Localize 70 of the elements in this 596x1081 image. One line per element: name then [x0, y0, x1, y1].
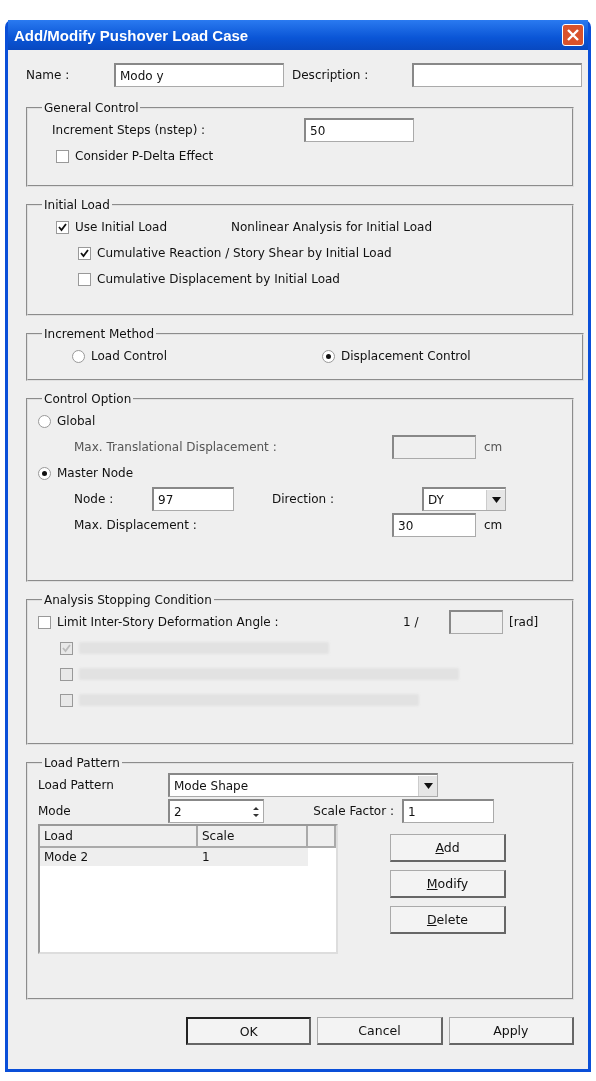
checkbox-label: Cumulative Reaction / Story Shear by Initial Load: [97, 246, 392, 260]
group-title: Increment Method: [43, 327, 155, 341]
dropdown-arrow-icon: [423, 782, 433, 789]
direction-label: Direction :: [271, 492, 336, 506]
name-field[interactable]: Modo y: [114, 63, 284, 87]
radio-label: Master Node: [57, 466, 134, 480]
node-field[interactable]: 97: [152, 487, 234, 511]
max-translational-label: Max. Translational Displacement :: [74, 440, 278, 454]
name-label: Name :: [26, 68, 71, 82]
radio-label: Displacement Control: [341, 349, 471, 363]
load-pattern-dropdown[interactable]: Mode Shape: [168, 773, 438, 797]
window-title: Add/Modify Pushover Load Case: [14, 26, 249, 44]
group-title: Analysis Stopping Condition: [43, 593, 213, 607]
scale-factor-label: Scale Factor :: [312, 804, 395, 818]
side-button[interactable]: Add: [390, 834, 506, 862]
checkbox[interactable]: [78, 246, 91, 260]
max-displacement-field[interactable]: 30: [392, 513, 476, 537]
column-header[interactable]: Load: [40, 826, 198, 846]
group-title: Initial Load: [43, 198, 111, 212]
dialog-button[interactable]: Cancel: [317, 1017, 443, 1045]
checkbox[interactable]: [56, 220, 69, 234]
initial-load-case-text: Nonlinear Analysis for Initial Load: [231, 220, 433, 234]
group-title: General Control: [43, 101, 140, 115]
checkmark-icon: [58, 222, 67, 232]
unit-label: [rad]: [509, 615, 539, 629]
checkbox-label: Use Initial Load: [75, 220, 169, 234]
node-label: Node :: [74, 492, 115, 506]
radio-button[interactable]: [322, 349, 335, 363]
radio-dot: [42, 470, 47, 476]
checkbox-label: Cumulative Displacement by Initial Load: [97, 272, 340, 286]
dropdown-arrow-icon: [491, 496, 501, 503]
table-cell: Mode 2: [40, 848, 198, 866]
checkbox-label: Consider P-Delta Effect: [75, 149, 214, 163]
close-button[interactable]: [562, 24, 584, 46]
max-displacement-label: Max. Displacement :: [74, 518, 198, 532]
ratio-prefix-label: 1 /: [403, 615, 420, 629]
side-button[interactable]: Modify: [390, 870, 506, 898]
side-button[interactable]: Delete: [390, 906, 506, 934]
radio-label: Global: [57, 414, 96, 428]
close-icon: [567, 29, 579, 41]
dialog-button[interactable]: OK: [186, 1017, 312, 1045]
scale-factor-field[interactable]: 1: [402, 799, 494, 823]
checkbox[interactable]: [38, 615, 51, 629]
radio-button[interactable]: [38, 414, 51, 428]
table-cell: 1: [198, 848, 308, 866]
description-label: Description :: [292, 68, 370, 82]
dialog-button[interactable]: Apply: [448, 1017, 574, 1045]
unit-label: cm: [484, 440, 503, 454]
increment-steps-field[interactable]: 50: [304, 118, 414, 142]
unit-label: cm: [484, 518, 503, 532]
angle-field[interactable]: [449, 610, 503, 634]
radio-dot: [326, 353, 331, 359]
mode-label: Mode: [38, 804, 72, 818]
checkmark-icon: [62, 643, 71, 653]
radio-button[interactable]: [72, 349, 85, 363]
mode-spinner[interactable]: 2: [168, 799, 264, 823]
direction-dropdown[interactable]: DY: [422, 487, 506, 511]
load-pattern-label: Load Pattern: [38, 778, 115, 792]
increment-steps-label: Increment Steps (nstep) :: [52, 123, 207, 137]
checkbox[interactable]: [56, 149, 69, 163]
checkmark-icon: [80, 248, 89, 258]
radio-label: Load Control: [91, 349, 167, 363]
column-header[interactable]: Scale: [198, 826, 308, 846]
radio-button[interactable]: [38, 466, 51, 480]
max-translational-field[interactable]: [392, 435, 476, 459]
description-field[interactable]: [412, 63, 582, 87]
group-title: Control Option: [43, 392, 133, 406]
checkbox[interactable]: [78, 272, 91, 286]
group-title: Load Pattern: [43, 756, 121, 770]
checkbox-label: Limit Inter-Story Deformation Angle :: [57, 615, 280, 629]
